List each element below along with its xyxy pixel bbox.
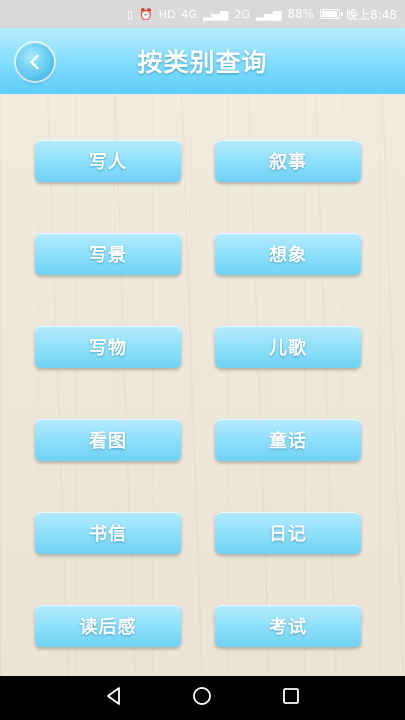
signal-icon-2: ▂▄▆ (255, 7, 282, 21)
nav-home-button[interactable] (191, 685, 213, 711)
page-title: 按类别查询 (137, 48, 268, 77)
chevron-left-icon (30, 54, 39, 70)
nav-recents-button[interactable] (280, 685, 302, 711)
clock: 晚上8:48 (346, 7, 397, 22)
category-button-nursery-rhymes[interactable]: 儿歌 (215, 326, 361, 368)
category-button-objects[interactable]: 写物 (35, 326, 181, 368)
title-bar: 按类别查询 (0, 28, 405, 94)
category-button-narrative[interactable]: 叙事 (215, 140, 361, 182)
network-2g-label: 2G (234, 7, 250, 21)
square-recents-icon (282, 688, 299, 704)
alarm-icon: ⏰ (139, 7, 153, 21)
network-4g-label: 4G (181, 7, 198, 21)
signal-icon: ▂▄▆ (203, 7, 229, 21)
category-button-imagination[interactable]: 想象 (215, 233, 361, 275)
status-bar: ▯ ⏰ HD 4G ▂▄▆ 2G ▂▄▆ 88% 晚上8:48 (0, 0, 405, 28)
navigation-bar (0, 676, 405, 720)
category-button-picture-writing[interactable]: 看图 (35, 419, 181, 461)
category-button-diary[interactable]: 日记 (215, 512, 361, 554)
category-button-letters[interactable]: 书信 (35, 512, 181, 554)
category-grid: 写人 叙事 写景 想象 写物 儿歌 看图 童话 书信 日记 读后感 考试 (0, 94, 405, 676)
battery-percent: 88% (287, 7, 315, 21)
nav-back-button[interactable] (103, 685, 125, 711)
vibrate-icon: ▯ (127, 7, 134, 21)
category-button-scenery[interactable]: 写景 (35, 233, 181, 275)
category-button-exam[interactable]: 考试 (215, 605, 361, 647)
battery-icon (320, 9, 344, 19)
back-button[interactable] (16, 43, 54, 81)
category-button-writing-people[interactable]: 写人 (35, 140, 181, 182)
category-button-book-review[interactable]: 读后感 (35, 605, 181, 647)
category-button-fairy-tales[interactable]: 童话 (215, 419, 361, 461)
screen: ▯ ⏰ HD 4G ▂▄▆ 2G ▂▄▆ 88% 晚上8:48 按类别查询 写人… (0, 0, 405, 720)
hd-icon: HD (158, 7, 176, 21)
triangle-back-icon (107, 687, 121, 705)
circle-home-icon (193, 687, 212, 705)
